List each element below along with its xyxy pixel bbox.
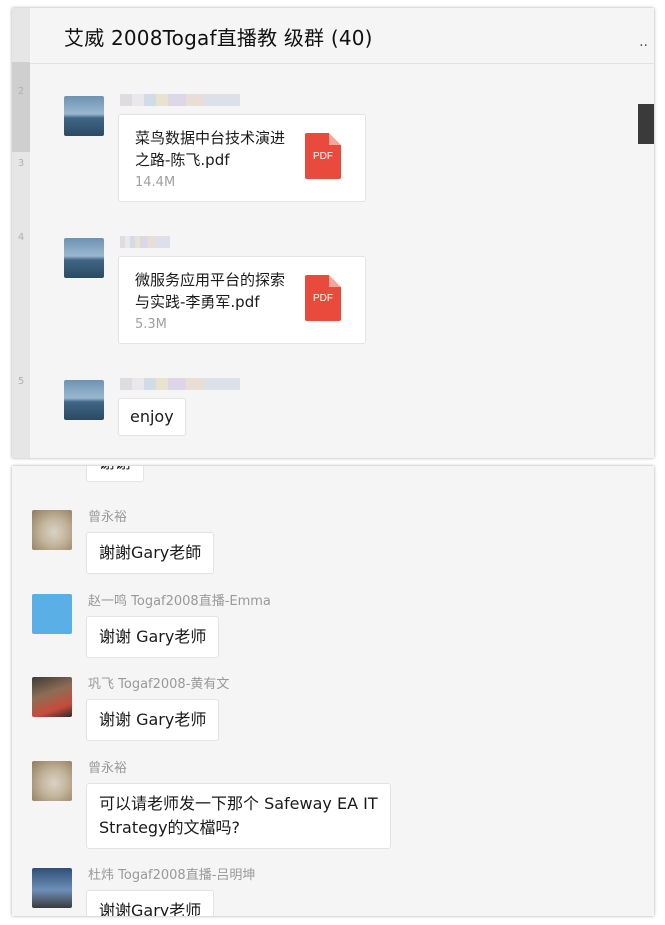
- message-item: 谢谢: [32, 466, 352, 494]
- message-item: 菜鸟数据中台技术演进之路-陈飞.pdf 14.4M PDF: [64, 92, 384, 212]
- file-name: 菜鸟数据中台技术演进之路-陈飞.pdf: [135, 129, 286, 169]
- chat-window-top: 2 3 4 5 艾威 2008Togaf直播教 级群 (40) .. 菜鸟数据中…: [12, 8, 654, 458]
- pdf-file-icon: PDF: [305, 133, 341, 179]
- sidebar-number: 2: [17, 86, 25, 97]
- file-name: 微服务应用平台的探索与实践-李勇军.pdf: [135, 271, 286, 311]
- message-item: 赵一鸣 Togaf2008直播-Emma 谢谢 Gary老师: [32, 590, 432, 670]
- message-item: 微服务应用平台的探索与实践-李勇军.pdf 5.3M PDF: [64, 234, 384, 354]
- file-card[interactable]: 微服务应用平台的探索与实践-李勇军.pdf 5.3M PDF: [118, 256, 366, 344]
- side-panel-tab[interactable]: [638, 104, 654, 144]
- photo-avatar[interactable]: [32, 677, 72, 717]
- chat-window-bottom: 谢谢 曾永裕 謝謝Gary老師 赵一鸣 Togaf2008直播-Emma 谢谢 …: [12, 466, 654, 916]
- message-bubble[interactable]: enjoy: [118, 398, 186, 436]
- message-item: 杜炜 Togaf2008直播-吕明坤 谢谢Gary老师: [32, 864, 432, 916]
- file-card[interactable]: 菜鸟数据中台技术演进之路-陈飞.pdf 14.4M PDF: [118, 114, 366, 202]
- chat-title: 艾威 2008Togaf直播教 级群 (40): [64, 26, 373, 50]
- message-bubble[interactable]: 谢谢Gary老师: [86, 890, 215, 916]
- sender-name-blurred: [120, 236, 170, 248]
- sidebar-number: 4: [17, 232, 25, 243]
- file-size: 14.4M: [135, 175, 176, 190]
- cat-avatar[interactable]: [32, 761, 72, 801]
- pdf-file-icon: PDF: [305, 275, 341, 321]
- lake-avatar[interactable]: [64, 380, 104, 420]
- sidebar-number: 5: [17, 376, 25, 387]
- message-bubble[interactable]: 可以请老师发一下那个 Safeway EA IT Strategy的文檔吗?: [86, 783, 391, 849]
- lake-avatar[interactable]: [64, 96, 104, 136]
- message-item: enjoy: [64, 376, 384, 456]
- more-dots-icon[interactable]: ..: [639, 34, 648, 50]
- sender-name: 曾永裕: [88, 510, 128, 525]
- sky-avatar[interactable]: [32, 868, 72, 908]
- chat-header: 艾威 2008Togaf直播教 级群 (40) ..: [30, 8, 654, 64]
- message-bubble[interactable]: 谢谢 Gary老师: [86, 616, 220, 658]
- message-item: 曾永裕 謝謝Gary老師: [32, 506, 432, 586]
- lake-avatar[interactable]: [64, 238, 104, 278]
- left-sidebar-strip: 2 3 4 5: [12, 8, 30, 458]
- sender-name: 巩飞 Togaf2008-黄有文: [88, 677, 230, 692]
- file-size: 5.3M: [135, 317, 167, 332]
- message-item: 巩飞 Togaf2008-黄有文 谢谢 Gary老师: [32, 673, 432, 753]
- message-item: 曾永裕 可以请老师发一下那个 Safeway EA IT Strategy的文檔…: [32, 757, 452, 857]
- sender-name: 曾永裕: [88, 761, 128, 776]
- sender-name: 杜炜 Togaf2008直播-吕明坤: [88, 868, 256, 883]
- cat-avatar[interactable]: [32, 510, 72, 550]
- cartoon-avatar[interactable]: [32, 594, 72, 634]
- sender-name-blurred: [120, 94, 240, 106]
- message-bubble[interactable]: 谢谢: [86, 466, 145, 482]
- message-bubble[interactable]: 谢谢 Gary老师: [86, 699, 220, 741]
- sidebar-number: 3: [17, 158, 25, 169]
- sidebar-scroll-thumb[interactable]: [12, 62, 30, 152]
- message-bubble[interactable]: 謝謝Gary老師: [86, 532, 215, 574]
- sender-name-blurred: [120, 378, 240, 390]
- sender-name: 赵一鸣 Togaf2008直播-Emma: [88, 594, 271, 609]
